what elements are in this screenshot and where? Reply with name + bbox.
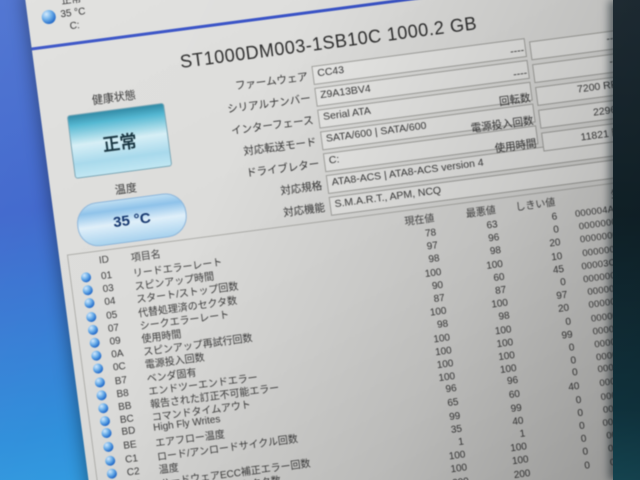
drive-tab-text: 正常 35 °C C: (58, 0, 88, 34)
attribute-status-icon (80, 271, 92, 283)
attribute-status-icon (89, 337, 101, 349)
header-icon-spacer (69, 261, 99, 265)
info-field-label: 対応機能 (282, 201, 326, 220)
attribute-status-icon (95, 389, 108, 401)
attribute-status-icon (83, 297, 96, 310)
attribute-status-icon (92, 363, 104, 375)
attribute-status-icon (94, 376, 106, 388)
stat-label: ---- (512, 67, 528, 81)
attribute-status-icon (106, 467, 118, 480)
attribute-status-icon (82, 284, 94, 297)
stat-label: 電源投入回数 (470, 114, 535, 135)
attribute-status-icon (97, 402, 109, 414)
monitor-bezel-shadow (613, 0, 640, 480)
attribute-status-icon (87, 324, 99, 336)
attribute-status-icon (90, 350, 102, 362)
stat-label: ---- (509, 44, 525, 59)
photo-frame: 正常 35 °C C: ST1000DM003-1SB10C 1000.2 GB… (0, 0, 640, 480)
disk-status-icon (40, 8, 57, 25)
attribute-status-icon (100, 427, 113, 439)
attribute-status-icon (85, 310, 97, 323)
drive-tab[interactable]: 正常 35 °C C: (39, 0, 88, 37)
attribute-status-icon (104, 454, 116, 467)
header-id: ID (98, 253, 110, 266)
attribute-status-icon (99, 415, 111, 427)
stat-label: 使用時間 (493, 137, 538, 155)
drive-tab-letter: C: (69, 20, 81, 33)
stat-label: 回転数 (498, 91, 532, 108)
attribute-status-icon (102, 441, 115, 453)
crystaldiskinfo-window: 正常 35 °C C: ST1000DM003-1SB10C 1000.2 GB… (24, 0, 640, 480)
